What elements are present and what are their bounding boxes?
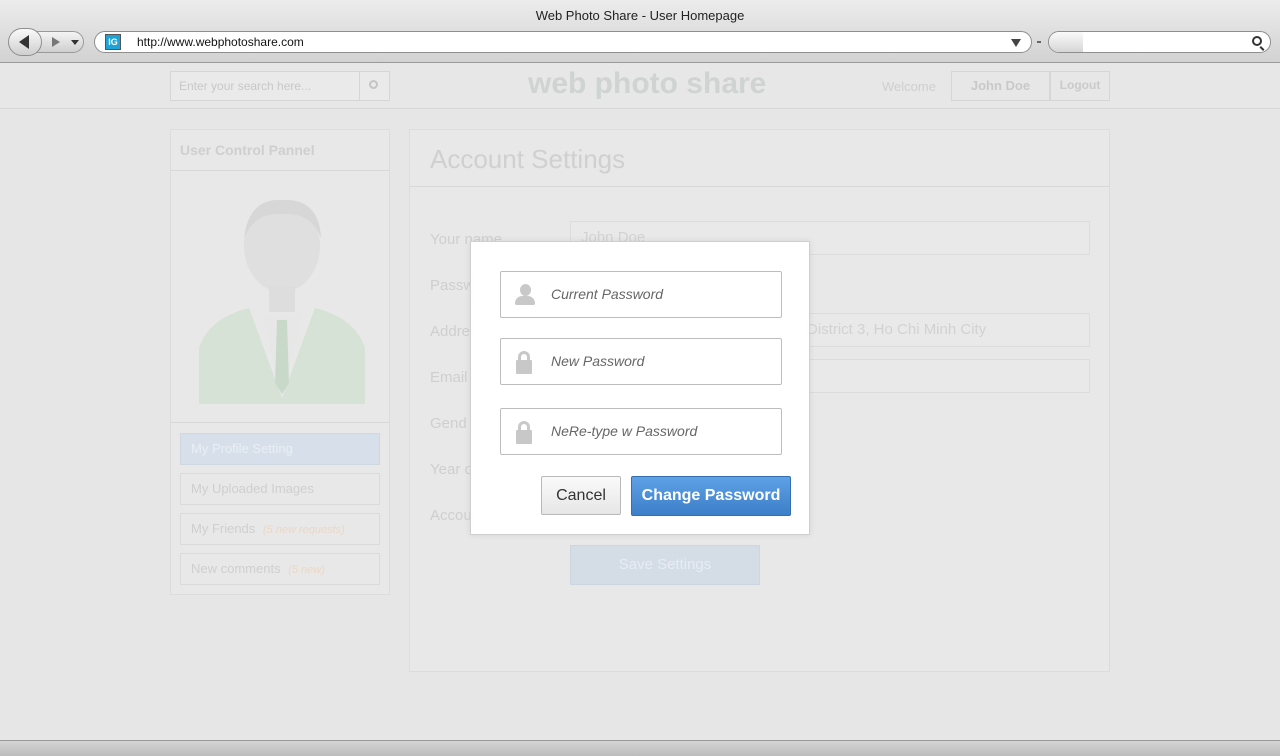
new-password-placeholder: New Password	[551, 353, 645, 369]
url-dropdown-icon[interactable]	[1011, 39, 1021, 47]
site-search-button[interactable]	[359, 72, 389, 100]
nav-buttons	[8, 28, 86, 56]
retype-password-placeholder: NeRe-type w Password	[551, 423, 698, 439]
address-bar[interactable]: IG http://www.webphotoshare.com	[94, 31, 1032, 53]
current-password-placeholder: Current Password	[551, 286, 664, 302]
change-password-button[interactable]: Change Password	[631, 476, 791, 516]
forward-arrow-icon	[52, 37, 60, 47]
search-icon	[369, 80, 378, 89]
change-password-dialog: Current Password New Password NeRe-type …	[470, 241, 810, 535]
logout-button[interactable]: Logout	[1050, 71, 1110, 101]
page-title: Account Settings	[430, 144, 626, 174]
browser-search-field[interactable]	[1048, 31, 1271, 53]
site-search-placeholder: Enter your search here...	[179, 79, 312, 93]
sidebar-item-friends[interactable]: My Friends (5 new requests)	[180, 513, 380, 545]
sidebar-item-label: New comments	[191, 561, 281, 576]
account-label: Accou	[430, 507, 472, 524]
sidebar-item-profile-setting[interactable]: My Profile Setting	[180, 433, 380, 465]
status-bar	[0, 740, 1280, 756]
avatar	[199, 199, 365, 404]
retype-password-input[interactable]: NeRe-type w Password	[500, 408, 782, 455]
back-arrow-icon	[18, 35, 29, 49]
forward-button[interactable]	[36, 31, 84, 53]
panel-title: User Control Pannel	[180, 142, 315, 158]
new-password-input[interactable]: New Password	[500, 338, 782, 385]
email-label: Email	[430, 369, 468, 386]
divider	[171, 422, 389, 423]
lock-icon	[515, 351, 535, 374]
url-text[interactable]: http://www.webphotoshare.com	[137, 35, 304, 49]
sidebar-item-note: (5 new requests)	[262, 524, 345, 536]
site-search-input[interactable]: Enter your search here...	[170, 71, 390, 101]
sidebar-item-comments[interactable]: New comments (5 new)	[180, 553, 380, 585]
user-name-button[interactable]: John Doe	[951, 71, 1050, 101]
sidebar-item-uploaded-images[interactable]: My Uploaded Images	[180, 473, 380, 505]
sidebar-item-label: My Uploaded Images	[191, 481, 314, 496]
cancel-button[interactable]: Cancel	[541, 476, 621, 515]
separator	[1037, 41, 1041, 43]
sidebar-item-label: My Friends	[191, 521, 256, 536]
divider	[171, 170, 389, 171]
current-password-input[interactable]: Current Password	[500, 271, 782, 318]
search-engine-selector[interactable]	[1049, 32, 1083, 52]
sidebar-item-label: My Profile Setting	[191, 441, 293, 456]
address-label: Addre	[430, 323, 471, 340]
address-value: District 3, Ho Chi Minh City	[807, 321, 987, 338]
history-dropdown-icon[interactable]	[71, 40, 79, 45]
welcome-text: Welcome	[882, 79, 936, 94]
site-header: Enter your search here... web photo shar…	[0, 63, 1280, 109]
search-icon[interactable]	[1252, 36, 1262, 46]
site-favicon-icon: IG	[105, 34, 121, 50]
user-control-panel: User Control Pannel My Profile Setting M…	[170, 129, 390, 595]
window-title: Web Photo Share - User Homepage	[535, 8, 745, 23]
site-logo: web photo share	[528, 67, 767, 100]
back-button[interactable]	[8, 28, 42, 56]
gender-label: Gend	[430, 415, 467, 432]
lock-icon	[515, 421, 535, 444]
password-label: Passw	[430, 277, 475, 294]
user-icon	[515, 284, 535, 306]
divider	[410, 186, 1109, 187]
year-label: Year o	[430, 461, 473, 478]
sidebar-item-note: (5 new)	[288, 564, 325, 576]
save-settings-button[interactable]: Save Settings	[570, 545, 760, 585]
browser-chrome: Web Photo Share - User Homepage IG http:…	[0, 0, 1280, 63]
